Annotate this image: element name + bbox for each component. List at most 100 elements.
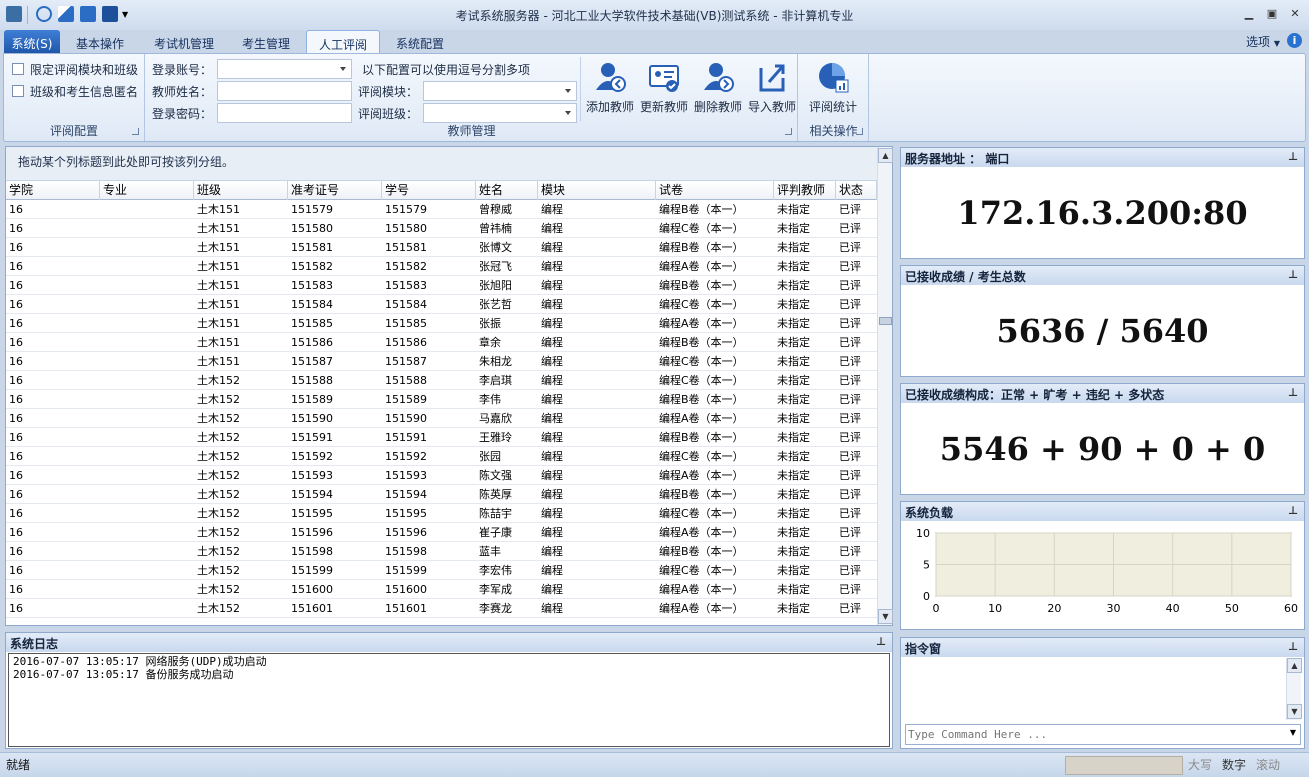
multi-hint: 以下配置可以使用逗号分割多项 [362,63,531,77]
tab-system[interactable]: 系统(S) [4,30,60,54]
anonymize-checkbox[interactable] [12,85,24,97]
table-cell: 编程B卷（本一） [659,545,744,558]
table-row[interactable]: 16 土木151 151579 151579 曾穆威 编程 编程B卷（本一） 未指定 已评 [6,200,877,219]
pin-icon[interactable]: ⊥ [876,635,886,648]
table-row[interactable]: 16 土木151 151585 151585 张振 编程 编程A卷（本一） 未指定 已评 [6,314,877,333]
received-panel: 已接收成绩 / 考生总数 ⊥ 5636 / 5640 [900,265,1305,377]
table-cell: 未指定 [777,583,810,596]
add-teacher-button[interactable]: 添加教师 [584,58,636,115]
tab-manual-review[interactable]: 人工评阅 [306,30,380,54]
scroll-up-icon[interactable]: ▲ [1287,658,1302,673]
minimize-button[interactable]: ▁ [1241,7,1257,21]
scroll-up-icon[interactable]: ▲ [878,148,893,163]
tab-examinee[interactable]: 考生管理 [230,30,302,54]
scroll-thumb[interactable] [879,317,892,325]
log-text[interactable]: 2016-07-07 13:05:17 网络服务(UDP)成功启动 2016-0… [8,653,890,747]
table-cell: 16 [9,203,23,216]
password-input[interactable] [217,103,352,123]
composition-panel: 已接收成绩构成：正常 + 旷考 + 违纪 + 多状态 ⊥ 5546 + 90 +… [900,383,1305,495]
column-header[interactable]: 学号 [382,181,476,200]
column-header[interactable]: 准考证号 [288,181,382,200]
column-header[interactable]: 模块 [538,181,656,200]
help-icon[interactable]: i [1287,33,1302,48]
table-row[interactable]: 16 土木152 151591 151591 王雅玲 编程 编程B卷（本一） 未指定 已评 [6,428,877,447]
table-cell: 16 [9,469,23,482]
table-cell: 151595 [291,507,333,520]
table-cell: 151587 [385,355,427,368]
table-cell: 土木151 [197,279,240,292]
pin-icon[interactable]: ⊥ [1288,504,1298,517]
maximize-button[interactable]: ▣ [1264,7,1280,21]
scroll-down-icon[interactable]: ▼ [878,609,893,624]
column-header[interactable]: 试卷 [656,181,774,200]
table-row[interactable]: 16 土木152 151590 151590 马嘉欣 编程 编程A卷（本一） 未指定 已评 [6,409,877,428]
command-input[interactable] [908,726,1278,743]
table-cell: 李伟 [479,393,501,406]
table-row[interactable]: 16 土木152 151589 151589 李伟 编程 编程B卷（本一） 未指定 已评 [6,390,877,409]
command-output[interactable] [903,658,1285,720]
group-by-area[interactable]: 拖动某个列标题到此处即可按该列分组。 [6,147,877,181]
table-row[interactable]: 16 土木152 151595 151595 陈喆宇 编程 编程C卷（本一） 未指定 已评 [6,504,877,523]
column-header[interactable]: 评判教师 [774,181,836,200]
column-header[interactable]: 学院 [6,181,100,200]
table-row[interactable]: 16 土木151 151587 151587 朱相龙 编程 编程C卷（本一） 未指定 已评 [6,352,877,371]
column-header[interactable]: 状态 [836,181,877,200]
table-row[interactable]: 16 土木151 151580 151580 曾祎楠 编程 编程C卷（本一） 未指定 已评 [6,219,877,238]
status-progress [1065,756,1183,775]
divider [580,57,581,121]
pin-icon[interactable]: ⊥ [1288,150,1298,163]
table-cell: 151585 [385,317,427,330]
table-row[interactable]: 16 土木152 151598 151598 蓝丰 编程 编程B卷（本一） 未指定 已评 [6,542,877,561]
table-row[interactable]: 16 土木151 151583 151583 张旭阳 编程 编程B卷（本一） 未指定 已评 [6,276,877,295]
table-row[interactable]: 16 土木152 151600 151600 李军成 编程 编程A卷（本一） 未指定 已评 [6,580,877,599]
pin-icon[interactable]: ⊥ [1288,386,1298,399]
delete-teacher-button[interactable]: 删除教师 [692,58,744,115]
column-header[interactable]: 专业 [100,181,194,200]
pin-icon[interactable]: ⊥ [1288,640,1298,653]
table-row[interactable]: 16 土木152 151596 151596 崔子康 编程 编程A卷（本一） 未指定 已评 [6,523,877,542]
dialog-launcher-icon[interactable] [856,128,863,135]
tab-basic[interactable]: 基本操作 [64,30,136,54]
table-row[interactable]: 16 土木151 151581 151581 张博文 编程 编程B卷（本一） 未指定 已评 [6,238,877,257]
limit-module-class-checkbox[interactable] [12,63,24,75]
module-combo[interactable] [423,81,577,101]
table-cell [100,352,194,371]
table-cell: 151586 [385,336,427,349]
dialog-launcher-icon[interactable] [132,128,139,135]
pin-icon[interactable]: ⊥ [1288,268,1298,281]
dialog-launcher-icon[interactable] [785,128,792,135]
options-menu[interactable]: 选项 ▼ [1246,33,1280,50]
import-teacher-button[interactable]: 导入教师 [746,58,798,115]
table-row[interactable]: 16 土木151 151586 151586 章余 编程 编程B卷（本一） 未指定 已评 [6,333,877,352]
table-row[interactable]: 16 土木152 151594 151594 陈英厚 编程 编程B卷（本一） 未指定 已评 [6,485,877,504]
column-header[interactable]: 姓名 [476,181,538,200]
scroll-down-icon[interactable]: ▼ [1287,704,1302,719]
column-header[interactable]: 班级 [194,181,288,200]
chevron-down-icon[interactable]: ▼ [1290,728,1296,737]
table-cell: 章余 [479,336,501,349]
teacher-name-input[interactable] [217,81,352,101]
tab-exam-machine[interactable]: 考试机管理 [140,30,228,54]
account-combo[interactable] [217,59,352,79]
table-row[interactable]: 16 土木152 151588 151588 李启琪 编程 编程C卷（本一） 未指定 已评 [6,371,877,390]
update-teacher-button[interactable]: 更新教师 [638,58,690,115]
command-scrollbar[interactable]: ▲ ▼ [1286,658,1302,720]
table-row[interactable]: 16 土木152 151593 151593 陈文强 编程 编程A卷（本一） 未指定 已评 [6,466,877,485]
review-stats-button[interactable]: 评阅统计 [803,58,863,115]
close-button[interactable]: ✕ [1287,7,1303,21]
table-cell: 未指定 [777,450,810,463]
table-row[interactable]: 16 土木151 151582 151582 张冠飞 编程 编程A卷（本一） 未指定 已评 [6,257,877,276]
table-row[interactable]: 16 土木152 151599 151599 李宏伟 编程 编程C卷（本一） 未指定 已评 [6,561,877,580]
table-row[interactable]: 16 土木152 151601 151601 李赛龙 编程 编程A卷（本一） 未指定 已评 [6,599,877,618]
table-cell: 151588 [291,374,333,387]
tab-system-config[interactable]: 系统配置 [384,30,456,54]
table-row[interactable]: 16 土木152 151592 151592 张园 编程 编程C卷（本一） 未指定 已评 [6,447,877,466]
class-combo[interactable] [423,103,577,123]
panel-title: 指令窗 [905,642,942,656]
command-combo[interactable]: ▼ [905,724,1301,745]
grid-scrollbar[interactable]: ▲ ▼ [877,147,893,625]
table-row[interactable]: 16 土木151 151584 151584 张艺哲 编程 编程C卷（本一） 未指定 已评 [6,295,877,314]
table-cell: 未指定 [777,317,810,330]
table-cell: 张旭阳 [479,279,512,292]
table-cell: 李启琪 [479,374,512,387]
